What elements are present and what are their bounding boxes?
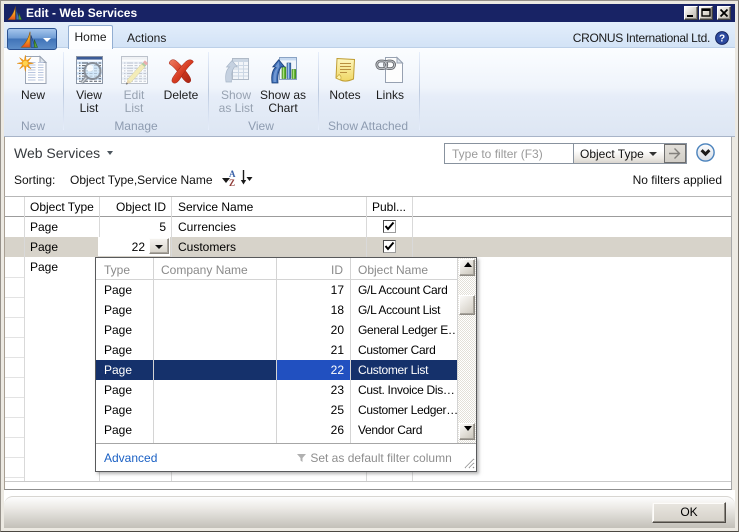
- svg-text:Z: Z: [229, 178, 235, 186]
- svg-text:?: ?: [719, 34, 725, 45]
